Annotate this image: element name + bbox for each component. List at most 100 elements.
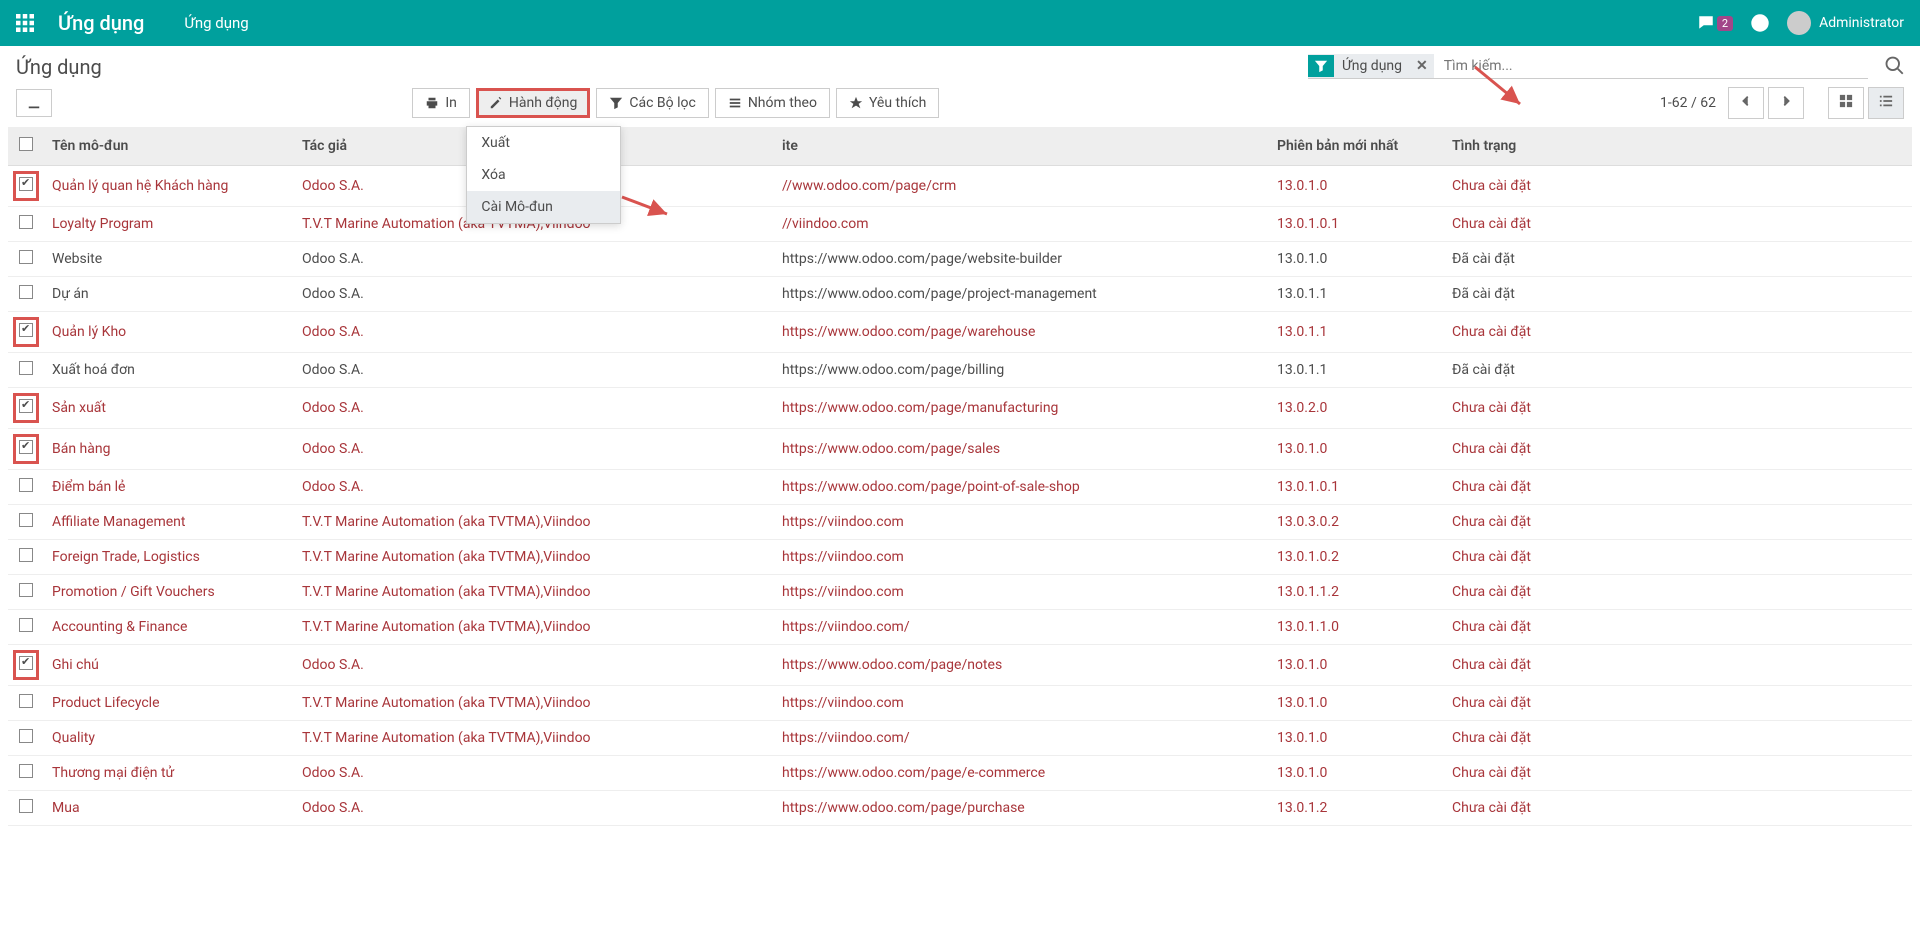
row-checkbox[interactable]: [19, 177, 33, 191]
dropdown-install[interactable]: Cài Mô-đun: [467, 191, 620, 223]
cell-website: https://www.odoo.com/page/notes: [774, 645, 1269, 686]
search-input[interactable]: [1440, 54, 1868, 78]
row-checkbox[interactable]: [19, 250, 33, 264]
cell-version: 13.0.3.0.2: [1269, 505, 1444, 540]
cell-status: Chưa cài đặt: [1444, 388, 1912, 429]
row-checkbox[interactable]: [19, 764, 33, 778]
search-zoom-icon[interactable]: [1884, 55, 1904, 79]
row-checkbox[interactable]: [19, 729, 33, 743]
cell-author: Odoo S.A.: [294, 353, 774, 388]
dropdown-export[interactable]: Xuất: [467, 127, 620, 159]
table-row[interactable]: Ghi chúOdoo S.A.https://www.odoo.com/pag…: [8, 645, 1912, 686]
cell-author: Odoo S.A.: [294, 791, 774, 826]
table-row[interactable]: MuaOdoo S.A.https://www.odoo.com/page/pu…: [8, 791, 1912, 826]
cell-name: Website: [44, 242, 294, 277]
action-button[interactable]: Hành động: [476, 88, 590, 118]
control-panel: Ứng dụng Ứng dụng ✕ In: [0, 46, 1920, 127]
cell-status: Chưa cài đặt: [1444, 540, 1912, 575]
row-checkbox[interactable]: [19, 440, 33, 454]
col-status[interactable]: Tình trạng: [1444, 127, 1912, 166]
cell-name: Quản lý quan hệ Khách hàng: [44, 166, 294, 207]
cell-name: Product Lifecycle: [44, 686, 294, 721]
cell-status: Đã cài đặt: [1444, 277, 1912, 312]
col-website[interactable]: ite: [774, 127, 1269, 166]
activity-icon[interactable]: [1751, 14, 1769, 32]
cell-author: Odoo S.A.: [294, 242, 774, 277]
print-button[interactable]: In: [412, 88, 470, 118]
table-row[interactable]: Accounting & FinanceT.V.T Marine Automat…: [8, 610, 1912, 645]
cell-website: https://www.odoo.com/page/purchase: [774, 791, 1269, 826]
table-row[interactable]: Foreign Trade, LogisticsT.V.T Marine Aut…: [8, 540, 1912, 575]
cell-website: //www.odoo.com/page/crm: [774, 166, 1269, 207]
cell-version: 13.0.1.1: [1269, 277, 1444, 312]
table-row[interactable]: Thương mại điện tửOdoo S.A.https://www.o…: [8, 756, 1912, 791]
cell-name: Điểm bán lẻ: [44, 470, 294, 505]
cell-website: https://viindoo.com: [774, 540, 1269, 575]
row-checkbox[interactable]: [19, 799, 33, 813]
cell-website: https://viindoo.com: [774, 505, 1269, 540]
groupby-button[interactable]: Nhóm theo: [715, 88, 830, 118]
col-version[interactable]: Phiên bản mới nhất: [1269, 127, 1444, 166]
search-bar: Ứng dụng ✕: [1308, 54, 1868, 79]
dropdown-delete[interactable]: Xóa: [467, 159, 620, 191]
table-row[interactable]: Affiliate ManagementT.V.T Marine Automat…: [8, 505, 1912, 540]
list-view-button[interactable]: [1868, 87, 1904, 119]
row-checkbox[interactable]: [19, 548, 33, 562]
export-button[interactable]: [16, 89, 52, 117]
messages-icon[interactable]: 2: [1697, 14, 1733, 32]
table-row[interactable]: Sản xuấtOdoo S.A.https://www.odoo.com/pa…: [8, 388, 1912, 429]
table-row[interactable]: Quản lý KhoOdoo S.A.https://www.odoo.com…: [8, 312, 1912, 353]
facet-close-icon[interactable]: ✕: [1410, 58, 1434, 74]
cell-author: Odoo S.A.: [294, 277, 774, 312]
select-all-checkbox[interactable]: [19, 137, 33, 151]
row-checkbox[interactable]: [19, 215, 33, 229]
table-row[interactable]: Promotion / Gift VouchersT.V.T Marine Au…: [8, 575, 1912, 610]
table-row[interactable]: Product LifecycleT.V.T Marine Automation…: [8, 686, 1912, 721]
filter-icon: [1308, 55, 1334, 77]
cell-website: https://www.odoo.com/page/sales: [774, 429, 1269, 470]
cell-author: Odoo S.A.: [294, 756, 774, 791]
cell-status: Đã cài đặt: [1444, 353, 1912, 388]
cell-version: 13.0.1.0: [1269, 721, 1444, 756]
table-row[interactable]: Bán hàngOdoo S.A.https://www.odoo.com/pa…: [8, 429, 1912, 470]
table-row[interactable]: QualityT.V.T Marine Automation (aka TVTM…: [8, 721, 1912, 756]
breadcrumb[interactable]: Ứng dụng: [184, 14, 248, 32]
filters-button[interactable]: Các Bộ lọc: [596, 88, 708, 118]
cell-status: Chưa cài đặt: [1444, 756, 1912, 791]
cell-version: 13.0.1.0: [1269, 166, 1444, 207]
cell-status: Chưa cài đặt: [1444, 791, 1912, 826]
cell-website: https://www.odoo.com/page/e-commerce: [774, 756, 1269, 791]
row-checkbox[interactable]: [19, 323, 33, 337]
apps-grid-icon[interactable]: [16, 14, 34, 32]
kanban-view-button[interactable]: [1828, 87, 1864, 119]
cell-author: Odoo S.A.: [294, 470, 774, 505]
row-checkbox[interactable]: [19, 618, 33, 632]
table-row[interactable]: Điểm bán lẻOdoo S.A.https://www.odoo.com…: [8, 470, 1912, 505]
col-name[interactable]: Tên mô-đun: [44, 127, 294, 166]
cell-author: Odoo S.A.: [294, 429, 774, 470]
user-menu[interactable]: Administrator: [1787, 11, 1904, 35]
cell-status: Chưa cài đặt: [1444, 207, 1912, 242]
row-checkbox[interactable]: [19, 694, 33, 708]
row-checkbox[interactable]: [19, 399, 33, 413]
row-checkbox[interactable]: [19, 513, 33, 527]
row-checkbox[interactable]: [19, 583, 33, 597]
row-checkbox[interactable]: [19, 656, 33, 670]
table-row[interactable]: Loyalty ProgramT.V.T Marine Automation (…: [8, 207, 1912, 242]
table-row[interactable]: Xuất hoá đơnOdoo S.A.https://www.odoo.co…: [8, 353, 1912, 388]
table-row[interactable]: Dự ánOdoo S.A.https://www.odoo.com/page/…: [8, 277, 1912, 312]
row-checkbox[interactable]: [19, 285, 33, 299]
pager[interactable]: 1-62 / 62: [1660, 95, 1716, 111]
row-checkbox[interactable]: [19, 361, 33, 375]
app-brand[interactable]: Ứng dụng: [58, 11, 144, 35]
cell-author: Odoo S.A.: [294, 388, 774, 429]
table-row[interactable]: WebsiteOdoo S.A.https://www.odoo.com/pag…: [8, 242, 1912, 277]
favorite-button[interactable]: Yêu thích: [836, 88, 939, 118]
cell-author: Odoo S.A.: [294, 312, 774, 353]
row-checkbox[interactable]: [19, 478, 33, 492]
cell-name: Affiliate Management: [44, 505, 294, 540]
pager-prev[interactable]: [1728, 87, 1764, 119]
pager-next[interactable]: [1768, 87, 1804, 119]
cell-name: Quality: [44, 721, 294, 756]
table-row[interactable]: Quản lý quan hệ Khách hàngOdoo S.A.//www…: [8, 166, 1912, 207]
